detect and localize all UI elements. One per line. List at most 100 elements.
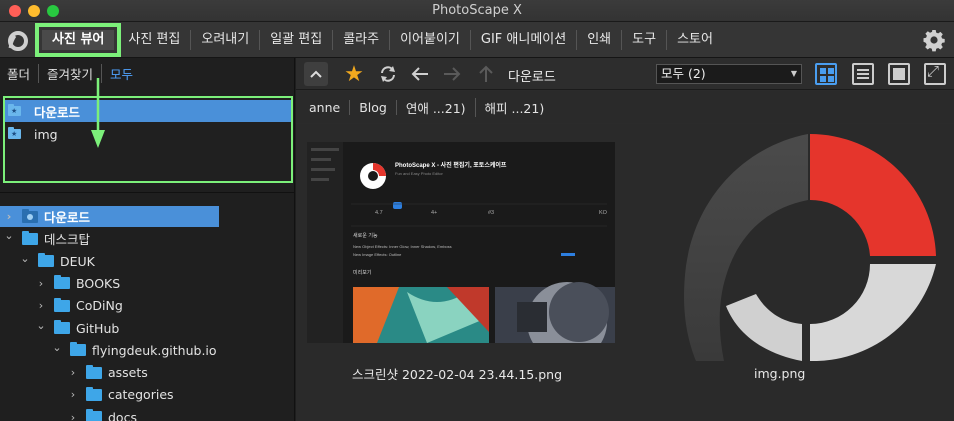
chevron-right-icon[interactable]: › (36, 299, 46, 312)
chevron-right-icon[interactable]: › (4, 210, 14, 223)
menu-item[interactable]: 오려내기 (191, 30, 261, 50)
favorite-item-label: img (34, 126, 58, 142)
subfolder-tab[interactable]: Blog (350, 99, 397, 115)
tree-item-label: 다운로드 (44, 210, 91, 225)
left-panel: 폴더 즐겨찾기 모두 ★ 다운로드 ★ img › 다운로드 ⌄ 데스크탑 ⌄ DEUK ›… (0, 58, 295, 421)
menu-item[interactable]: 인쇄 (577, 30, 623, 50)
thumbnail-stat: KO (599, 210, 608, 216)
thumbnail-app-subtitle: Fun and Easy Photo Editor (395, 171, 443, 176)
tree-item-label: docs (108, 409, 137, 421)
menu-item[interactable]: 도구 (622, 30, 668, 50)
title-bar: PhotoScape X (0, 0, 954, 22)
menu-item[interactable]: 이어붙이기 (390, 30, 471, 50)
favorite-folder-icon: ★ (8, 127, 21, 139)
thumbnail-img[interactable] (626, 126, 954, 361)
tree-item[interactable]: › BOOKS (0, 273, 120, 294)
chevron-down-icon[interactable]: ⌄ (4, 229, 14, 242)
tree-item[interactable]: ⌄ 데스크탑 (0, 228, 90, 249)
left-panel-tabs: 폴더 즐겨찾기 모두 (0, 58, 295, 88)
menu-item[interactable]: GIF 애니메이션 (471, 30, 578, 50)
collapse-up-button[interactable] (304, 62, 328, 86)
arrow-left-icon (411, 67, 428, 81)
folder-icon (70, 342, 86, 357)
tree-item-label: BOOKS (76, 275, 121, 291)
tree-item-label: categories (108, 387, 174, 403)
tree-item-label: flyingdeuk.github.io (92, 342, 217, 358)
menu-item[interactable]: 일괄 편집 (260, 30, 334, 50)
thumbnail-text-line: New Object Effects: Inner Glow, Inner Sh… (353, 244, 452, 249)
subfolder-tab[interactable]: anne (296, 99, 351, 115)
tab-folders[interactable]: 폴더 (7, 63, 40, 83)
chevron-right-icon[interactable]: › (68, 366, 78, 379)
gear-icon[interactable] (922, 28, 946, 52)
list-view-button[interactable] (852, 63, 874, 85)
menu-items: 사진 뷰어 사진 편집 오려내기 일괄 편집 콜라주 이어붙이기 GIF 애니메이션 인쇄 도구… (34, 22, 723, 58)
folder-icon (86, 364, 102, 379)
menu-item[interactable]: 콜라주 (333, 30, 391, 50)
tree-item[interactable]: › categories (0, 384, 174, 405)
tree-item[interactable]: ⌄ DEUK (0, 251, 94, 272)
filter-select-value: 모두 (2) (661, 66, 706, 81)
thumbnail-stat: 4.7 (375, 210, 383, 216)
folder-icon (22, 230, 38, 245)
fullscreen-button[interactable] (924, 62, 946, 85)
parent-folder-button[interactable] (474, 62, 498, 86)
arrow-right-icon (444, 67, 461, 81)
refresh-icon (381, 66, 395, 82)
main-menu-bar: 사진 뷰어 사진 편집 오려내기 일괄 편집 콜라주 이어붙이기 GIF 애니메이션 인쇄 도구… (0, 22, 954, 58)
browser-panel: ★ 다운로드 모두 (2) ▼ anne Blog (296, 58, 954, 421)
single-view-button[interactable] (888, 63, 910, 85)
chevron-down-icon[interactable]: ⌄ (20, 252, 30, 265)
tree-item[interactable]: › assets (0, 362, 148, 383)
favorite-item-downloads[interactable]: ★ 다운로드 (5, 100, 291, 122)
tree-item[interactable]: › 다운로드 (0, 206, 219, 227)
folder-icon (54, 275, 70, 290)
logo-light-arc-icon (726, 294, 802, 361)
arrow-up-icon (479, 65, 493, 82)
logo-red-quadrant-icon (810, 133, 936, 256)
tab-all[interactable]: 모두 (110, 64, 141, 83)
forward-button[interactable] (440, 62, 464, 86)
back-button[interactable] (408, 62, 432, 86)
menu-item[interactable]: 스토어 (667, 30, 723, 50)
thumbnail-screenshot[interactable]: PhotoScape X - 사진 편집기, 포토스케이프 Fun and Ea… (307, 142, 615, 343)
file-caption: 스크린샷 2022-02-04 23.44.15.png (352, 367, 563, 382)
chevron-right-icon[interactable]: › (68, 411, 78, 421)
favorite-item-label: 다운로드 (34, 104, 81, 120)
tree-item[interactable]: ⌄ GitHub (0, 318, 119, 339)
menu-item[interactable]: 사진 편집 (118, 30, 192, 50)
app-store-screenshot-image: PhotoScape X - 사진 편집기, 포토스케이프 Fun and Ea… (307, 142, 615, 343)
folder-icon (86, 386, 102, 401)
subfolder-tab[interactable]: 연애 ...21) (397, 97, 476, 117)
subfolder-tab[interactable]: 해피 ...21) (476, 98, 554, 117)
tree-item[interactable]: › docs (0, 407, 137, 421)
chevron-down-icon[interactable]: ⌄ (52, 341, 62, 354)
thumbnail-stat: #3 (488, 210, 494, 216)
thumbnail-app-title: PhotoScape X - 사진 편집기, 포토스케이프 (395, 161, 507, 169)
subfolder-tabs: anne Blog 연애 ...21) 해피 ...21) (296, 91, 954, 123)
favorite-star-button[interactable]: ★ (342, 62, 366, 87)
favorites-list: ★ 다운로드 ★ img (3, 96, 293, 183)
grid-view-button[interactable] (815, 63, 837, 85)
folder-icon (22, 208, 38, 223)
tree-item-label: GitHub (76, 320, 120, 336)
photoscape-logo-icon[interactable] (7, 30, 29, 52)
tree-item-label: assets (108, 365, 148, 381)
tree-item[interactable]: › CoDiNg (0, 295, 123, 316)
refresh-button[interactable] (376, 62, 400, 86)
tree-item[interactable]: ⌄ flyingdeuk.github.io (0, 340, 217, 361)
chevron-right-icon[interactable]: › (36, 277, 46, 290)
panel-divider (0, 192, 295, 193)
chevron-right-icon[interactable]: › (68, 388, 78, 401)
tree-item-label: CoDiNg (76, 298, 123, 314)
thumbnail-section-title: 미리보기 (353, 269, 371, 276)
tree-item-label: 데스크탑 (44, 232, 91, 248)
favorite-item-img[interactable]: ★ img (5, 123, 291, 145)
folder-icon (86, 409, 102, 421)
menu-item[interactable]: 사진 뷰어 (34, 23, 122, 57)
annotation-arrow-icon (91, 78, 105, 148)
filter-select[interactable]: 모두 (2) ▼ (656, 64, 802, 84)
folder-icon (54, 320, 70, 334)
thumbnail-grid: PhotoScape X - 사진 편집기, 포토스케이프 Fun and Ea… (296, 124, 954, 421)
chevron-down-icon[interactable]: ⌄ (36, 319, 46, 332)
